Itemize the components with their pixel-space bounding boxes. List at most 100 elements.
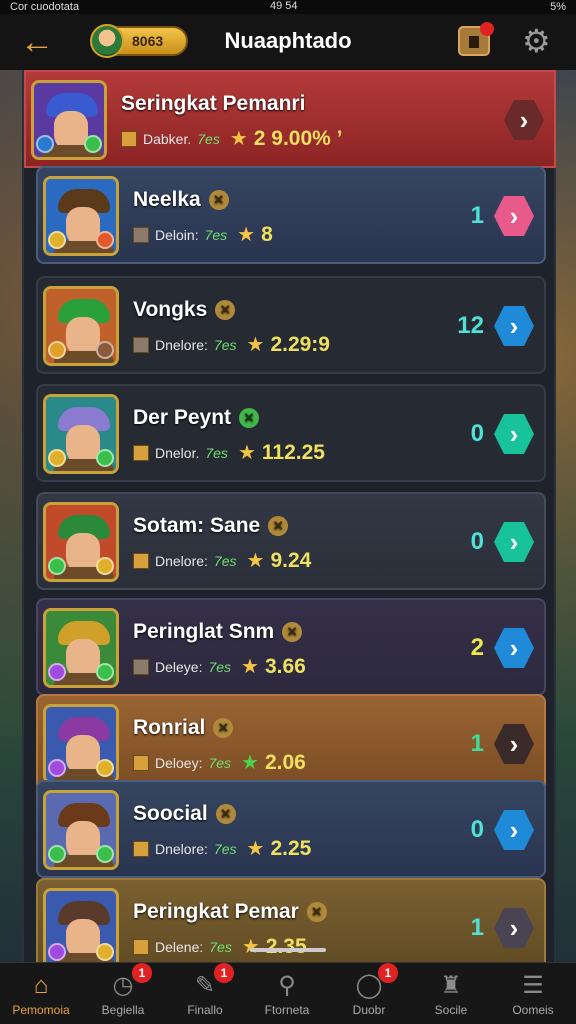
player-name: Seringkat Pemanri <box>121 92 306 115</box>
list-item[interactable]: Vongks ✕ Dnelore: 7es ★ 2.29:9 12 › <box>36 276 546 374</box>
avatar <box>43 790 119 870</box>
count-value: 1 <box>470 730 484 757</box>
nav-item-chat[interactable]: ◯ 1 Duobr <box>328 963 410 1024</box>
rank-badge-icon: ✕ <box>215 804 236 825</box>
player-name: Sotam: Sane ✕ <box>133 514 289 538</box>
bottom-navigation: ⌂ Pemomoia ◷ 1 Begiella ✎ 1 Finallo ⚲ Ft… <box>0 962 576 1024</box>
star-icon: ★ <box>241 656 259 678</box>
menu-icon: ☰ <box>522 972 544 999</box>
list-item[interactable]: Der Peynt ✕ Dnelor. 7es ★ 112.25 0 › <box>36 384 546 482</box>
star-icon: ★ <box>241 936 260 958</box>
player-stats: Deloey: 7es ★ 2.06 <box>133 750 306 775</box>
header: ← 8063 Nuaaphtado ⚙ <box>0 14 576 70</box>
list-item[interactable]: Seringkat Pemanri Dabker. 7es ★ 2 9.00% … <box>24 70 556 168</box>
score-value: 3.66 <box>264 654 306 678</box>
count-value: 0 <box>470 816 484 843</box>
player-name: Soocial ✕ <box>133 802 236 826</box>
cube-icon <box>133 840 149 857</box>
notification-dot <box>480 22 494 36</box>
count-value: 2 <box>470 634 484 661</box>
chevron-right-icon[interactable]: › <box>494 810 534 850</box>
rank-badge-icon: ✕ <box>268 516 289 537</box>
star-icon: ★ <box>246 838 265 860</box>
list-item[interactable]: Ronrial ✕ Deloey: 7es ★ 2.06 1 › <box>36 694 546 792</box>
avatar <box>43 286 119 366</box>
cube-icon <box>133 444 149 461</box>
player-name: Ronrial ✕ <box>133 716 234 740</box>
player-stats: Dnelore: 7es ★ 2.29:9 <box>133 332 330 357</box>
nav-label: Socile <box>434 1003 468 1017</box>
star-icon: ★ <box>229 128 248 150</box>
rank-badge-icon: ✕ <box>282 622 303 643</box>
chevron-right-icon[interactable]: › <box>494 306 534 346</box>
status-time: 49 54 <box>270 0 298 12</box>
list-item[interactable]: Soocial ✕ Dnelore: 7es ★ 2.25 0 › <box>36 780 546 878</box>
scroll-indicator[interactable] <box>250 948 326 952</box>
list-item[interactable]: Neelka ✕ Deloin: 7es ★ 8 1 › <box>36 166 546 264</box>
nav-label: Oomeis <box>512 1003 554 1017</box>
cube-icon <box>133 226 149 243</box>
avatar <box>43 176 119 256</box>
leaderboard-list: Seringkat Pemanri Dabker. 7es ★ 2 9.00% … <box>22 70 556 976</box>
notification-badge: 1 <box>214 963 234 983</box>
avatar <box>43 608 119 688</box>
rank-badge-icon: ✕ <box>215 300 236 321</box>
star-icon: ★ <box>246 550 265 572</box>
mail-icon[interactable] <box>458 22 494 56</box>
status-battery: 5% <box>550 1 566 13</box>
search-icon: ⚲ <box>278 972 296 999</box>
trophy-icon: ♜ <box>440 972 462 999</box>
nav-item-menu[interactable]: ☰ Oomeis <box>492 963 574 1024</box>
player-stats: Dnelor. 7es ★ 112.25 <box>133 440 325 465</box>
nav-label: Duobr <box>352 1003 386 1017</box>
gear-icon[interactable]: ⚙ <box>522 22 551 60</box>
score-value: 2.06 <box>264 750 306 774</box>
rank-badge-icon: ✕ <box>208 190 229 211</box>
nav-item-home[interactable]: ⌂ Pemomoia <box>0 963 82 1024</box>
player-name: Der Peynt ✕ <box>133 406 259 430</box>
list-item[interactable]: Sotam: Sane ✕ Dnelore: 7es ★ 9.24 0 › <box>36 492 546 590</box>
star-icon: ★ <box>237 442 256 464</box>
chevron-right-icon[interactable]: › <box>494 908 534 948</box>
chevron-right-icon[interactable]: › <box>504 100 544 140</box>
avatar <box>43 394 119 474</box>
cube-icon <box>133 658 149 675</box>
player-stats: Dabker. 7es ★ 2 9.00% ’ <box>121 126 343 151</box>
chevron-right-icon[interactable]: › <box>494 628 534 668</box>
player-stats: Deloin: 7es ★ 8 <box>133 222 273 247</box>
star-icon: ★ <box>241 752 259 774</box>
nav-item-search[interactable]: ⚲ Ftorneta <box>246 963 328 1024</box>
cube-icon <box>133 552 149 569</box>
count-value: 1 <box>470 202 484 229</box>
cube-icon <box>133 754 149 771</box>
avatar <box>43 704 119 784</box>
chevron-right-icon[interactable]: › <box>494 522 534 562</box>
player-name: Neelka ✕ <box>133 188 229 212</box>
star-icon: ★ <box>237 224 256 246</box>
player-stats: Dnelore: 7es ★ 2.25 <box>133 836 311 861</box>
nav-label: Ftorneta <box>264 1003 310 1017</box>
home-icon: ⌂ <box>33 972 49 999</box>
rank-badge-icon: ✕ <box>306 902 327 923</box>
nav-label: Pemomoia <box>12 1003 70 1017</box>
nav-item-ticket[interactable]: ✎ 1 Finallo <box>164 963 246 1024</box>
list-item[interactable]: Peringlat Snm ✕ Deleye: 7es ★ 3.66 2 › <box>36 598 546 696</box>
nav-item-clock[interactable]: ◷ 1 Begiella <box>82 963 164 1024</box>
cube-icon <box>121 130 137 147</box>
player-name: Peringlat Snm ✕ <box>133 620 303 644</box>
score-value: 2.29:9 <box>270 332 330 356</box>
notification-badge: 1 <box>132 963 152 983</box>
cube-icon <box>133 336 149 353</box>
rank-badge-icon: ✕ <box>238 408 259 429</box>
score-value: 112.25 <box>261 440 325 464</box>
chevron-right-icon[interactable]: › <box>494 414 534 454</box>
nav-item-trophy[interactable]: ♜ Socile <box>410 963 492 1024</box>
rank-badge-icon: ✕ <box>213 718 234 739</box>
status-left: Cor cuodotata <box>10 1 80 13</box>
star-icon: ★ <box>246 334 265 356</box>
player-stats: Dnelore: 7es ★ 9.24 <box>133 548 311 573</box>
player-stats: Delene: 7es ★ 2.35 <box>133 934 307 959</box>
chevron-right-icon[interactable]: › <box>494 196 534 236</box>
avatar <box>31 80 107 160</box>
chevron-right-icon[interactable]: › <box>494 724 534 764</box>
